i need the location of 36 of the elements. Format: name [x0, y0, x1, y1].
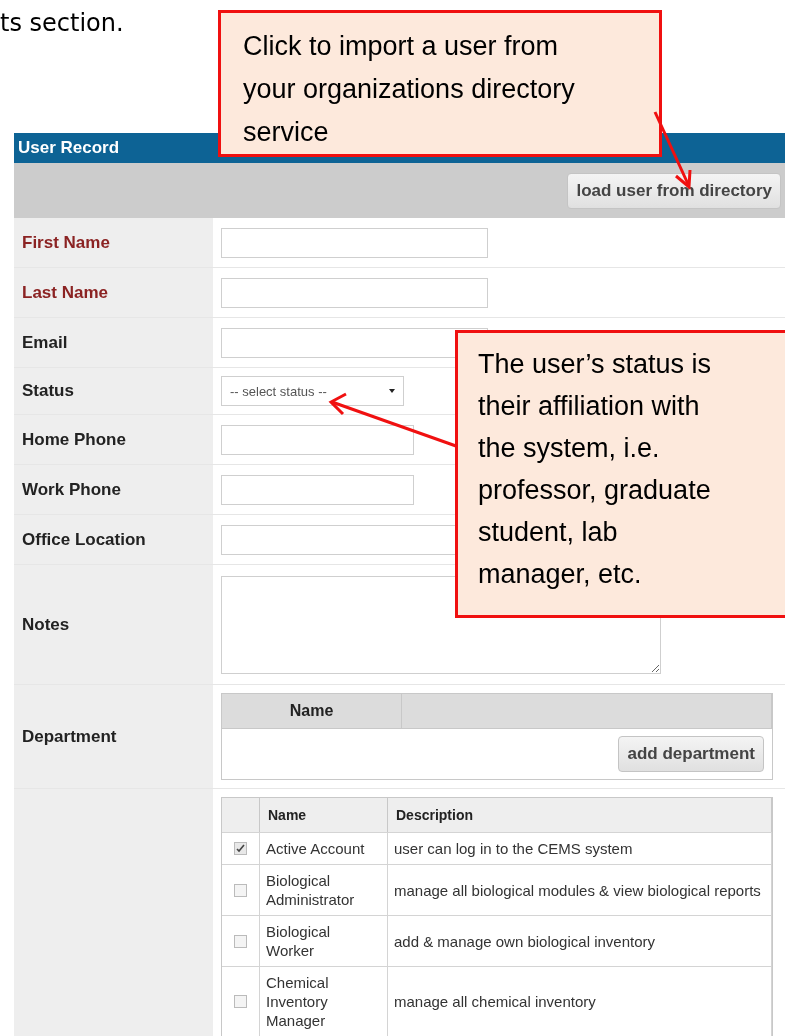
field-label: Status — [14, 368, 213, 414]
text-field[interactable] — [221, 227, 488, 258]
document-text: ts section. — [0, 8, 124, 38]
table-cell: manage all biological modules & view biological reports — [388, 865, 772, 915]
table-cell: manage all chemical inventory — [388, 967, 772, 1036]
field-label: First Name — [14, 218, 213, 267]
add-department-button[interactable]: add department — [618, 736, 764, 772]
field-label: Office Location — [14, 515, 213, 564]
role-checkbox[interactable] — [234, 883, 247, 897]
phone-field[interactable] — [221, 474, 414, 505]
column-header: Name — [222, 694, 402, 728]
caret-icon — [389, 388, 395, 394]
field-label: Work Phone — [14, 465, 213, 514]
field-label: Email — [14, 318, 213, 367]
field-label: Department — [14, 685, 213, 788]
phone-field[interactable] — [221, 424, 414, 455]
table-cell: Biological Administrator — [260, 865, 388, 915]
table-cell: Biological Worker — [260, 916, 388, 966]
table-cell: Active Account — [260, 833, 388, 864]
text-field[interactable] — [221, 277, 488, 308]
callout-tooltip: The user’s status is their affiliation with the system, i.e. professor, graduate student, lab manager, etc. — [455, 330, 785, 618]
field-label: Notes — [14, 565, 213, 684]
field-label: Last Name — [14, 268, 213, 317]
callout-tooltip: Click to import a user from your organizations directory service — [218, 10, 662, 157]
role-checkbox[interactable] — [234, 934, 247, 948]
role-checkbox[interactable] — [234, 995, 247, 1008]
load-user-button[interactable]: load user from directory — [567, 172, 781, 209]
table-cell: user can log in to the CEMS system — [388, 833, 772, 864]
check-icon — [236, 844, 245, 853]
table-cell: add & manage own biological inventory — [388, 916, 772, 966]
column-header: Name — [260, 798, 388, 832]
role-checkbox[interactable] — [234, 842, 247, 855]
field-label: Home Phone — [14, 415, 213, 464]
column-header: Description — [388, 798, 772, 832]
table-cell: Chemical Inventory Manager — [260, 967, 388, 1036]
status-dropdown[interactable]: -- select status -- — [221, 376, 404, 406]
